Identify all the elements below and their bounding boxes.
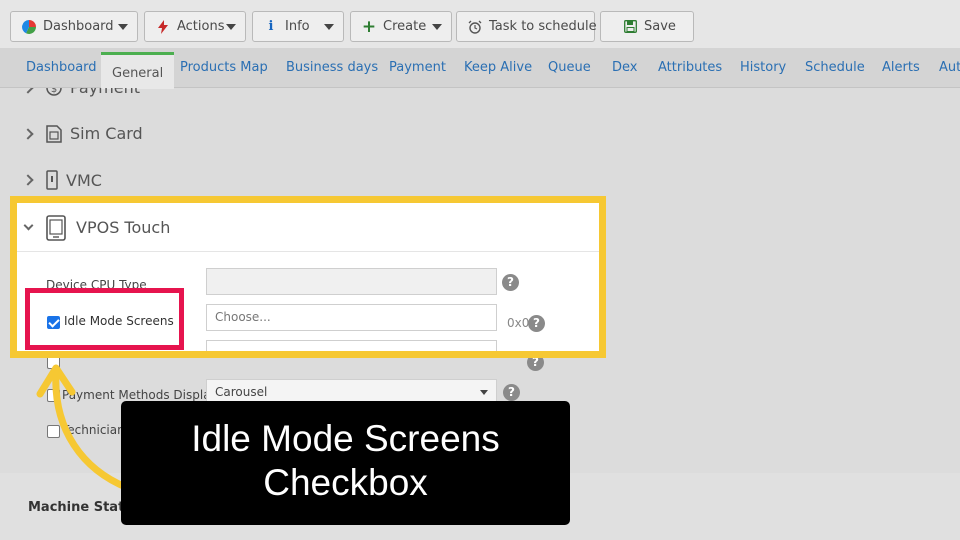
- section-vmc-label: VMC: [66, 170, 102, 190]
- annotation-line-1: Idle Mode Screens: [191, 418, 500, 459]
- chevron-down-icon: [226, 24, 236, 30]
- tab-queue[interactable]: Queue: [548, 60, 591, 75]
- save-button[interactable]: Save: [600, 11, 694, 42]
- info-button-label: Info: [285, 19, 310, 34]
- tab-business-days[interactable]: Business days: [286, 60, 378, 75]
- lightning-icon: [156, 19, 170, 34]
- annotation-line-2: Checkbox: [263, 462, 428, 503]
- info-button[interactable]: i Info: [252, 11, 344, 42]
- dashboard-button-label: Dashboard: [43, 19, 114, 34]
- section-sim-card-label: Sim Card: [70, 124, 143, 143]
- tab-dashboard[interactable]: Dashboard: [26, 60, 97, 75]
- chevron-down-icon: [432, 24, 442, 30]
- tab-keep-alive[interactable]: Keep Alive: [464, 60, 532, 75]
- tab-schedule[interactable]: Schedule: [805, 60, 865, 75]
- tab-history[interactable]: History: [740, 60, 786, 75]
- idle-mode-screens-checkbox[interactable]: [47, 316, 60, 329]
- tab-products-map[interactable]: Products Map: [180, 60, 268, 75]
- tab-attributes[interactable]: Attributes: [658, 60, 722, 75]
- chevron-down-icon: [324, 24, 334, 30]
- chevron-down-icon: [118, 24, 128, 30]
- floppy-disk-icon: [623, 20, 637, 34]
- tab-bar: Dashboard General Products Map Business …: [0, 48, 960, 89]
- tab-alerts[interactable]: Alerts: [882, 60, 920, 75]
- annotation-callout: Idle Mode Screens Checkbox: [121, 401, 570, 525]
- section-vmc[interactable]: VMC: [22, 170, 102, 190]
- idle-mode-screens-label: Idle Mode Screens: [64, 314, 174, 328]
- tab-dex[interactable]: Dex: [612, 60, 637, 75]
- plus-icon: +: [361, 16, 377, 37]
- task-button-label: Task to schedule: [489, 19, 597, 34]
- actions-button-label: Actions: [177, 19, 225, 34]
- alarm-clock-icon: [468, 20, 482, 34]
- tab-aut[interactable]: Aut: [939, 60, 960, 75]
- actions-button[interactable]: Actions: [144, 11, 246, 42]
- chevron-down-icon: [480, 390, 488, 395]
- info-icon: i: [268, 19, 274, 34]
- dashboard-pie-icon: [22, 19, 36, 34]
- help-icon[interactable]: ?: [503, 384, 520, 401]
- create-button[interactable]: + Create: [350, 11, 452, 42]
- tab-payment[interactable]: Payment: [389, 60, 446, 75]
- machine-status-heading: Machine Statu: [28, 500, 134, 515]
- toolbar: Dashboard Actions i Info + Create Task t…: [0, 0, 960, 48]
- payment-methods-display-value: Carousel: [215, 385, 268, 399]
- chevron-right-icon: [22, 127, 34, 140]
- chevron-right-icon: [22, 174, 34, 186]
- vending-machine-icon: [46, 170, 58, 190]
- section-sim-card[interactable]: Sim Card: [22, 124, 143, 143]
- red-highlight-frame: Idle Mode Screens: [25, 288, 184, 350]
- dashboard-button[interactable]: Dashboard: [10, 11, 138, 42]
- task-to-schedule-button[interactable]: Task to schedule: [456, 11, 597, 42]
- save-button-label: Save: [644, 19, 676, 34]
- create-button-label: Create: [383, 19, 427, 34]
- sim-card-icon: [46, 124, 62, 143]
- tab-general[interactable]: General: [101, 52, 175, 89]
